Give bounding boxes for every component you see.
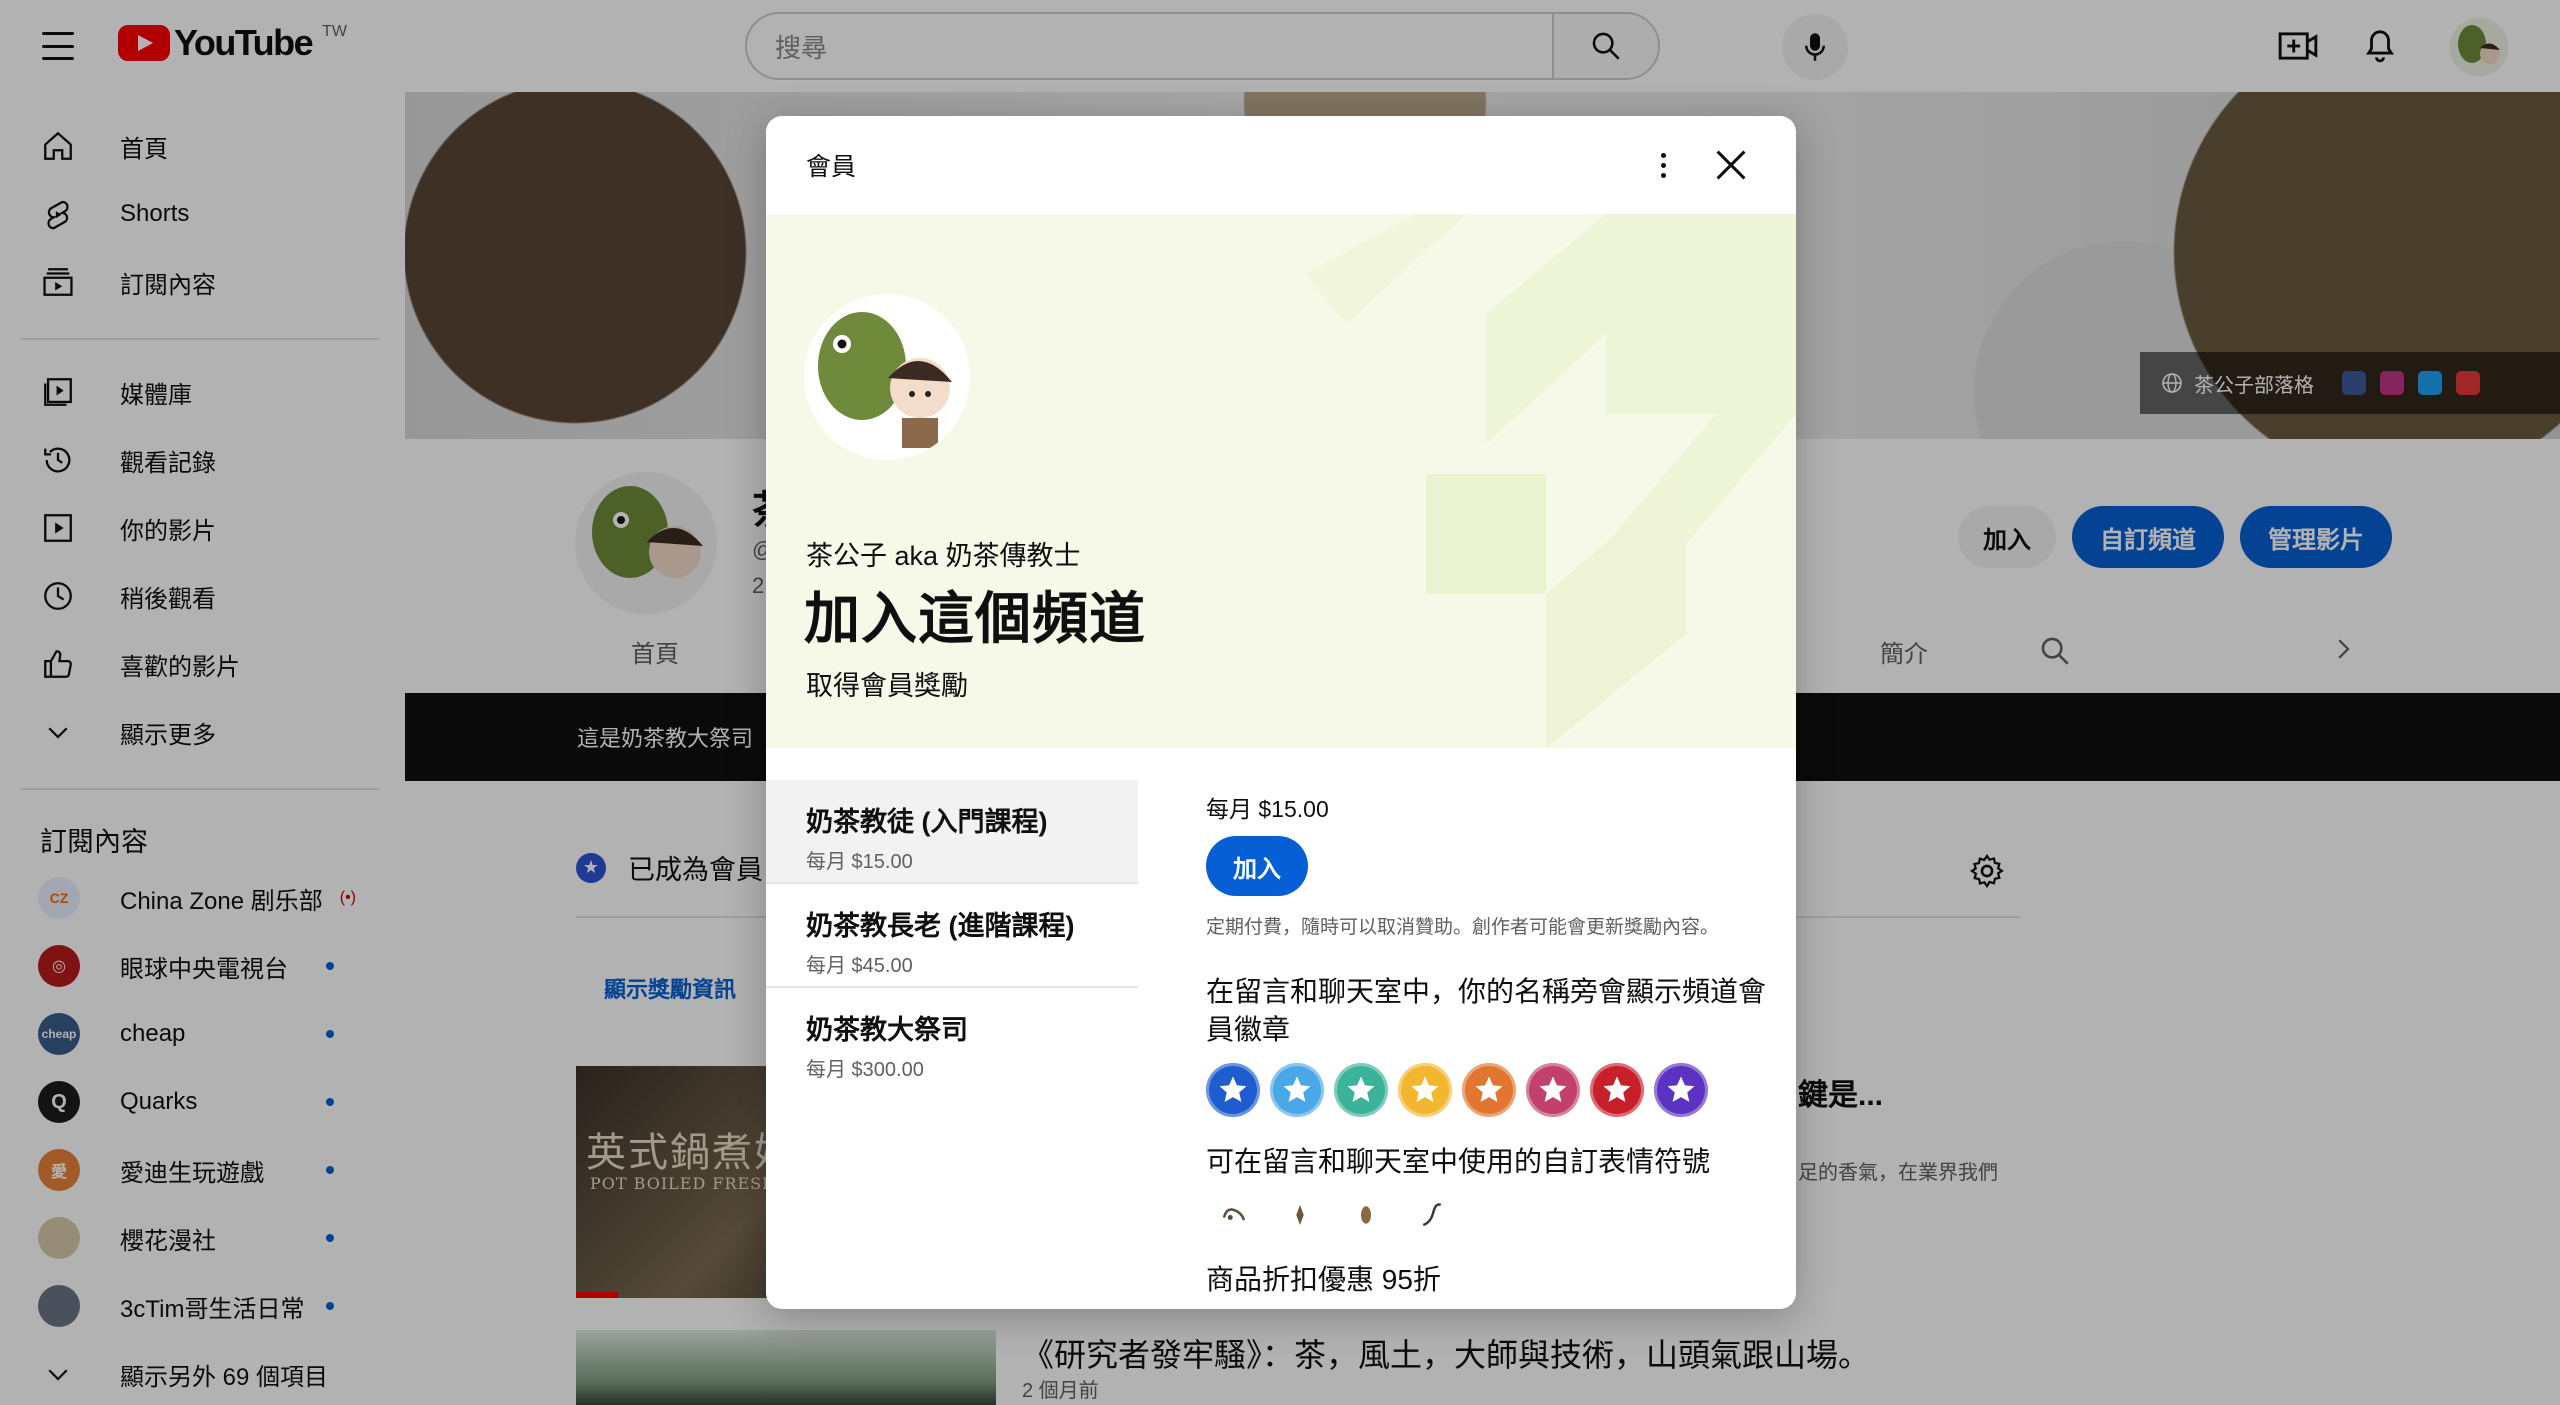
tier-name: 奶茶教大祭司	[806, 1015, 968, 1045]
custom-emoji-icon	[1414, 1197, 1450, 1233]
member-badge-icon	[1590, 1063, 1644, 1117]
fine-print: 定期付費，隨時可以取消贊助。創作者可能會更新獎勵內容。	[1206, 917, 1720, 938]
hero-decoration	[1306, 214, 1796, 748]
tier-name: 奶茶教徒 (入門課程)	[806, 807, 1048, 837]
tier-option-1[interactable]: 奶茶教徒 (入門課程) 每月 $15.00	[766, 780, 1138, 884]
loyalty-badges	[1206, 1063, 1766, 1117]
member-badge-icon	[1334, 1063, 1388, 1117]
dialog-headline: 加入這個頻道	[804, 587, 1146, 650]
dialog-channel-name: 茶公子 aka 奶茶傳教士	[806, 541, 1081, 571]
custom-emojis	[1206, 1197, 1766, 1233]
member-badge-icon	[1206, 1063, 1260, 1117]
dialog-title: 會員	[806, 153, 857, 181]
detail-price: 每月 $15.00	[1206, 796, 1329, 822]
tier-detail: 每月 $15.00 加入 定期付費，隨時可以取消贊助。創作者可能會更新獎勵內容。…	[1206, 780, 1766, 1299]
custom-emoji-icon	[1282, 1197, 1318, 1233]
dialog-subheadline: 取得會員獎勵	[806, 671, 968, 701]
perk-discount: 商品折扣優惠 95折	[1206, 1264, 1441, 1295]
perk-badges: 在留言和聊天室中，你的名稱旁會顯示頻道會員徽章	[1206, 976, 1767, 1045]
membership-dialog: 會員 茶公子 aka 奶茶傳教士 加入這個頻道 取得會員獎勵 奶茶教徒 (入門課…	[766, 116, 1796, 1309]
tier-option-3[interactable]: 奶茶教大祭司 每月 $300.00	[766, 988, 1138, 1092]
tier-price: 每月 $300.00	[806, 1059, 924, 1081]
perk-emoji: 可在留言和聊天室中使用的自訂表情符號	[1206, 1146, 1711, 1177]
member-badge-icon	[1654, 1063, 1708, 1117]
tier-list: 奶茶教徒 (入門課程) 每月 $15.00 奶茶教長老 (進階課程) 每月 $4…	[766, 780, 1138, 1092]
more-options-icon[interactable]	[1642, 144, 1684, 186]
tier-option-2[interactable]: 奶茶教長老 (進階課程) 每月 $45.00	[766, 884, 1138, 988]
join-tier-button[interactable]: 加入	[1206, 836, 1308, 896]
member-badge-icon	[1526, 1063, 1580, 1117]
close-icon[interactable]	[1708, 142, 1754, 188]
member-badge-icon	[1398, 1063, 1452, 1117]
member-badge-icon	[1270, 1063, 1324, 1117]
channel-avatar	[804, 294, 970, 460]
member-badge-icon	[1462, 1063, 1516, 1117]
dialog-hero: 茶公子 aka 奶茶傳教士 加入這個頻道 取得會員獎勵	[766, 214, 1796, 748]
tier-price: 每月 $45.00	[806, 955, 913, 977]
custom-emoji-icon	[1216, 1197, 1252, 1233]
custom-emoji-icon	[1348, 1197, 1384, 1233]
tier-name: 奶茶教長老 (進階課程)	[806, 911, 1075, 941]
tier-price: 每月 $15.00	[806, 851, 913, 873]
